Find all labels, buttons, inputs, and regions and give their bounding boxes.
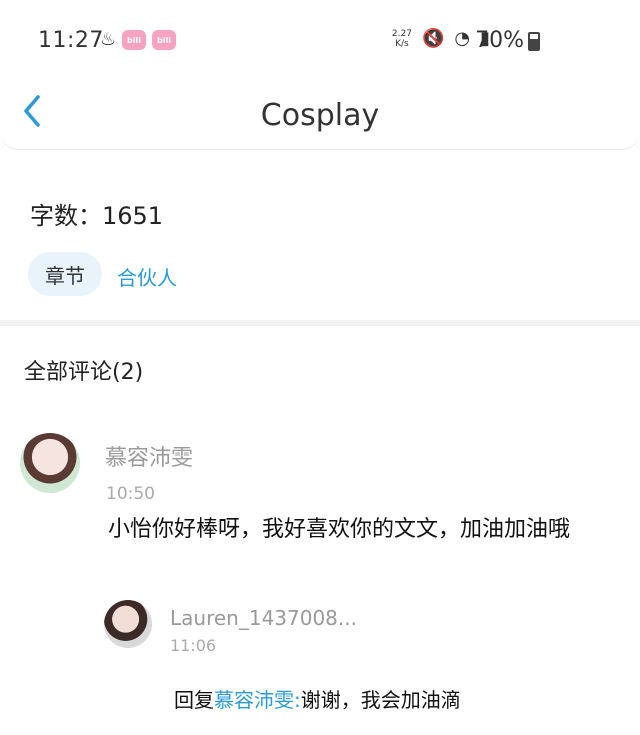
battery-percent: 70%: [475, 28, 524, 53]
chapter-chip-label: 章节: [45, 263, 85, 288]
reply-time: 11:06: [170, 636, 217, 655]
notification-icons: ♨ bili bili: [100, 30, 176, 50]
avatar[interactable]: [20, 433, 80, 493]
bilibili-icon: bili: [152, 30, 176, 50]
reply-text: 谢谢，我会加油滴: [300, 688, 461, 712]
bilibili-icon: bili: [122, 30, 146, 50]
reply-prefix: 回复: [174, 688, 214, 712]
chapter-chip[interactable]: 章节: [28, 252, 102, 296]
status-bar: 11:27 ♨ bili bili 2.27 K/s 🔇 ◔ ▮ 70%: [0, 0, 640, 82]
reply-target[interactable]: 慕容沛雯:: [214, 688, 301, 712]
wifi-icon: ◔: [454, 28, 471, 49]
top-bar: Cosplay: [0, 82, 640, 150]
section-divider: [0, 320, 640, 326]
status-time: 11:27: [38, 28, 104, 53]
drop-icon: ♨: [100, 29, 117, 50]
tag-link[interactable]: 合伙人: [117, 262, 177, 291]
comments-title: 全部评论(2): [24, 360, 144, 385]
comment-content: 小怡你好棒呀，我好喜欢你的文文，加油加油哦: [108, 517, 571, 542]
comment-time: 10:50: [106, 484, 155, 504]
mute-icon: 🔇: [421, 28, 445, 49]
network-speed: 2.27 K/s: [391, 28, 412, 49]
reply-content: 回复慕容沛雯:谢谢，我会加油滴: [174, 684, 461, 713]
reply-username[interactable]: Lauren_1437008...: [170, 606, 357, 630]
page-title: Cosplay: [260, 98, 380, 133]
avatar[interactable]: [104, 600, 152, 648]
word-count: 字数：1651: [30, 202, 164, 230]
comment-username[interactable]: 慕容沛雯: [105, 440, 193, 472]
battery-icon: [528, 32, 540, 51]
